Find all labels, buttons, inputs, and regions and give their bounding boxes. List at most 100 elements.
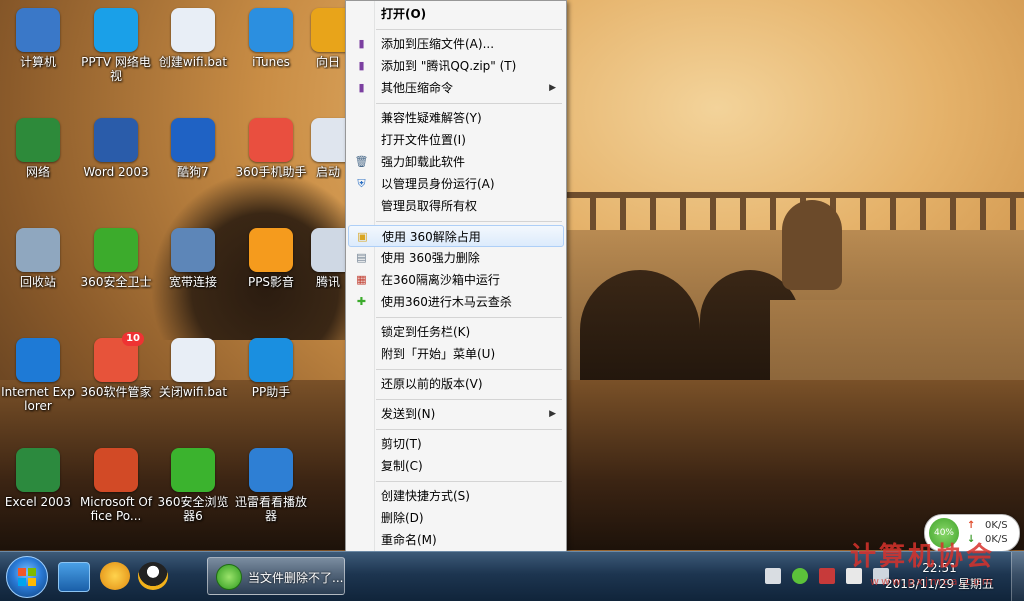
menu-item-label: 发送到(N): [381, 407, 436, 421]
menu-item-label: 锁定到任务栏(K): [381, 325, 471, 339]
desktop-icon[interactable]: Microsoft Office Po...: [78, 448, 154, 523]
folder-unlock-icon: ▣: [357, 230, 368, 243]
show-desktop-button[interactable]: [1011, 552, 1024, 601]
desktop-icon-label: Excel 2003: [4, 495, 72, 509]
task-title: 当文件删除不了...: [248, 571, 344, 585]
360-browser-icon: [171, 448, 215, 492]
desktop-icon[interactable]: PPTV 网络电视: [78, 8, 154, 83]
desktop-icon[interactable]: 向日: [311, 8, 355, 69]
menu-item-label: 强力卸载此软件: [381, 155, 466, 169]
menu-item[interactable]: ✚ 使用360进行木马云查杀: [348, 291, 564, 313]
menu-item-label: 管理员取得所有权: [381, 199, 478, 213]
show-desktop-icon[interactable]: [58, 562, 90, 592]
menu-item-label: 删除(D): [381, 511, 424, 525]
menu-item[interactable]: ⛨ 以管理员身份运行(A): [348, 173, 564, 195]
menu-item-label: 剪切(T): [381, 437, 422, 451]
desktop-icon-label: 360安全卫士: [80, 275, 152, 289]
desktop-icon[interactable]: 启动: [311, 118, 355, 179]
upload-speed: 0K/S: [985, 520, 1008, 531]
menu-item[interactable]: 🗑 强力卸载此软件: [348, 151, 564, 173]
menu-separator: [376, 221, 562, 222]
desktop-icon[interactable]: 宽带连接: [155, 228, 231, 289]
desktop-icon[interactable]: 酷狗7: [155, 118, 231, 179]
recycle-bin-icon: [16, 228, 60, 272]
desktop-icon[interactable]: PPS影音: [233, 228, 309, 289]
bat-gear-icon: [171, 8, 215, 52]
desktop-icon-label: 酷狗7: [177, 165, 209, 179]
desktop-icon-label: iTunes: [252, 55, 290, 69]
taskbar-active-window[interactable]: 当文件删除不了...: [207, 557, 345, 595]
context-menu: 打开(O) ▮ 添加到压缩文件(A)... ▮ 添加到 "腾讯QQ.zip" (T) ▮ 其…: [345, 0, 567, 584]
menu-item-label: 兼容性疑难解答(Y): [381, 111, 482, 125]
submenu-arrow-icon: ▶: [549, 83, 556, 93]
keyboard-icon[interactable]: [765, 568, 781, 584]
desktop-icon-label: 计算机: [19, 55, 56, 69]
menu-separator: [376, 103, 562, 104]
menu-item-label: 复制(C): [381, 459, 423, 473]
watermark-text: 计算机协会: [850, 542, 996, 572]
desktop-icon[interactable]: 迅雷看看播放器: [233, 448, 309, 523]
desktop-icon[interactable]: 360手机助手: [233, 118, 309, 179]
menu-item[interactable]: 兼容性疑难解答(Y): [348, 107, 564, 129]
menu-item[interactable]: ▤ 使用 360强力删除: [348, 247, 564, 269]
winrar-icon: ▮: [358, 37, 365, 50]
desktop-icon-label: 启动: [315, 165, 340, 179]
uac-shield-icon: ⛨: [357, 177, 366, 190]
desktop-icon[interactable]: 360安全卫士: [78, 228, 154, 289]
desktop-icon[interactable]: 网络: [0, 118, 76, 179]
menu-item[interactable]: 还原以前的版本(V): [348, 373, 564, 395]
desktop-icon[interactable]: 10 360软件管家: [78, 332, 154, 399]
desktop-icon-label: 360手机助手: [235, 165, 307, 179]
upload-arrow-icon: ↑: [967, 520, 976, 531]
powerpoint-icon: [94, 448, 138, 492]
desktop-icon[interactable]: Internet Explorer: [0, 338, 76, 413]
360-tray-icon[interactable]: [792, 568, 809, 584]
menu-item[interactable]: 创建快捷方式(S): [348, 485, 564, 507]
360-guard-icon: [94, 228, 138, 272]
menu-item[interactable]: ▮ 添加到压缩文件(A)...: [348, 33, 564, 55]
desktop-icon-label: 回收站: [19, 275, 56, 289]
desktop-icon[interactable]: 腾讯: [311, 228, 355, 289]
menu-item[interactable]: 剪切(T): [348, 433, 564, 455]
desktop-icon[interactable]: 创建wifi.bat: [155, 8, 231, 69]
menu-item[interactable]: 打开(O): [348, 3, 564, 25]
desktop-icon-label: Microsoft Office Po...: [79, 495, 153, 523]
sunflower-taskbar-icon[interactable]: [100, 562, 130, 590]
menu-item[interactable]: ▣ 使用 360解除占用: [348, 225, 564, 247]
menu-item[interactable]: 重命名(M): [348, 529, 564, 551]
desktop-icon-label: 关闭wifi.bat: [158, 385, 228, 399]
desktop-icon[interactable]: 回收站: [0, 228, 76, 289]
xunlei-player-icon: [249, 448, 293, 492]
desktop-icon[interactable]: 计算机: [0, 8, 76, 69]
menu-item[interactable]: ▦ 在360隔离沙箱中运行: [348, 269, 564, 291]
menu-item[interactable]: 打开文件位置(I): [348, 129, 564, 151]
menu-item[interactable]: 发送到(N) ▶: [348, 403, 564, 425]
menu-item-label: 在360隔离沙箱中运行: [381, 273, 500, 287]
bat-gear-icon: [171, 338, 215, 382]
desktop-icon[interactable]: Word 2003: [78, 118, 154, 179]
start-button[interactable]: [6, 556, 48, 598]
menu-separator: [376, 481, 562, 482]
menu-item[interactable]: ▮ 其他压缩命令 ▶: [348, 77, 564, 99]
desktop-icon[interactable]: iTunes: [233, 8, 309, 69]
qq-taskbar-icon[interactable]: [138, 562, 168, 590]
menu-separator: [376, 317, 562, 318]
menu-separator: [376, 369, 562, 370]
security-tray-icon[interactable]: [819, 568, 836, 584]
menu-item[interactable]: 删除(D): [348, 507, 564, 529]
badge-count: 10: [122, 332, 144, 346]
menu-item[interactable]: ▮ 添加到 "腾讯QQ.zip" (T): [348, 55, 564, 77]
desktop-icon-label: PPTV 网络电视: [81, 55, 151, 83]
menu-item[interactable]: 锁定到任务栏(K): [348, 321, 564, 343]
desktop-icon[interactable]: 360安全浏览器6: [155, 448, 231, 523]
menu-item-label: 还原以前的版本(V): [381, 377, 483, 391]
desktop-icon[interactable]: Excel 2003: [0, 448, 76, 509]
menu-item[interactable]: 复制(C): [348, 455, 564, 477]
pp-icon: [249, 338, 293, 382]
menu-item[interactable]: 管理员取得所有权: [348, 195, 564, 217]
desktop-icon[interactable]: 关闭wifi.bat: [155, 338, 231, 399]
winrar-icon: ▮: [358, 81, 365, 94]
menu-item[interactable]: 附到「开始」菜单(U): [348, 343, 564, 365]
desktop-icon[interactable]: PP助手: [233, 338, 309, 399]
desktop-icon-label: 360软件管家: [80, 385, 152, 399]
